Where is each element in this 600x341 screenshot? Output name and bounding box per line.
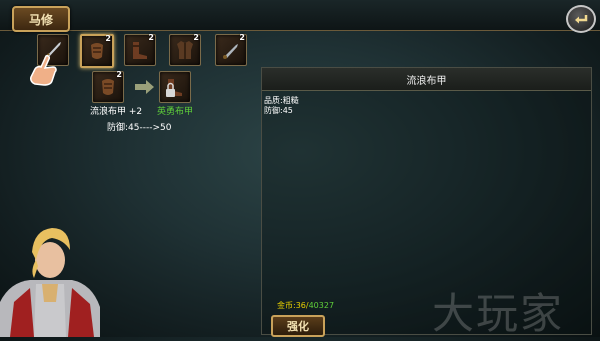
current-item-slot[interactable]: 2 xyxy=(92,70,124,103)
enhance-button[interactable]: 强化 xyxy=(271,315,325,337)
slot-level: 2 xyxy=(193,33,199,42)
gold-value: 40327 xyxy=(308,301,335,310)
slot-level: 2 xyxy=(239,33,245,42)
next-item-name: 英勇布甲 xyxy=(157,107,194,117)
character-name: 马修 xyxy=(28,12,53,27)
back-button[interactable] xyxy=(566,5,596,33)
character-name-tab[interactable]: 马修 xyxy=(12,6,70,32)
gold-counter: 金币:36/40327 xyxy=(277,300,334,311)
gold-label: 金币:36/ xyxy=(277,301,309,310)
equip-slot-dagger[interactable]: 2 xyxy=(215,33,247,66)
hero-portrait xyxy=(0,228,100,337)
enhance-label: 强化 xyxy=(287,320,309,333)
watermark-text: 大玩家 xyxy=(432,289,565,338)
equip-slot-gloves[interactable]: 2 xyxy=(80,34,114,68)
detail-defense: 防御:45 xyxy=(264,106,293,115)
top-bar xyxy=(0,0,600,31)
equip-slot-armor[interactable]: 2 xyxy=(169,33,201,66)
slot-level: 2 xyxy=(116,70,122,79)
equip-slot-boots[interactable]: 2 xyxy=(124,33,156,66)
current-item-name: 流浪布甲 +2 xyxy=(90,107,143,117)
detail-title: 流浪布甲 xyxy=(406,75,447,87)
slot-level: 2 xyxy=(105,34,111,43)
locked-armor-icon xyxy=(166,79,182,97)
defense-change: 防御:45---->50 xyxy=(107,123,172,133)
slot-level: 2 xyxy=(148,33,154,42)
detail-header: 流浪布甲 xyxy=(262,68,591,91)
arrow-right-icon xyxy=(135,80,154,94)
pointing-hand-icon xyxy=(30,55,57,86)
back-arrow-icon xyxy=(575,15,588,24)
next-item-slot[interactable] xyxy=(159,71,191,103)
